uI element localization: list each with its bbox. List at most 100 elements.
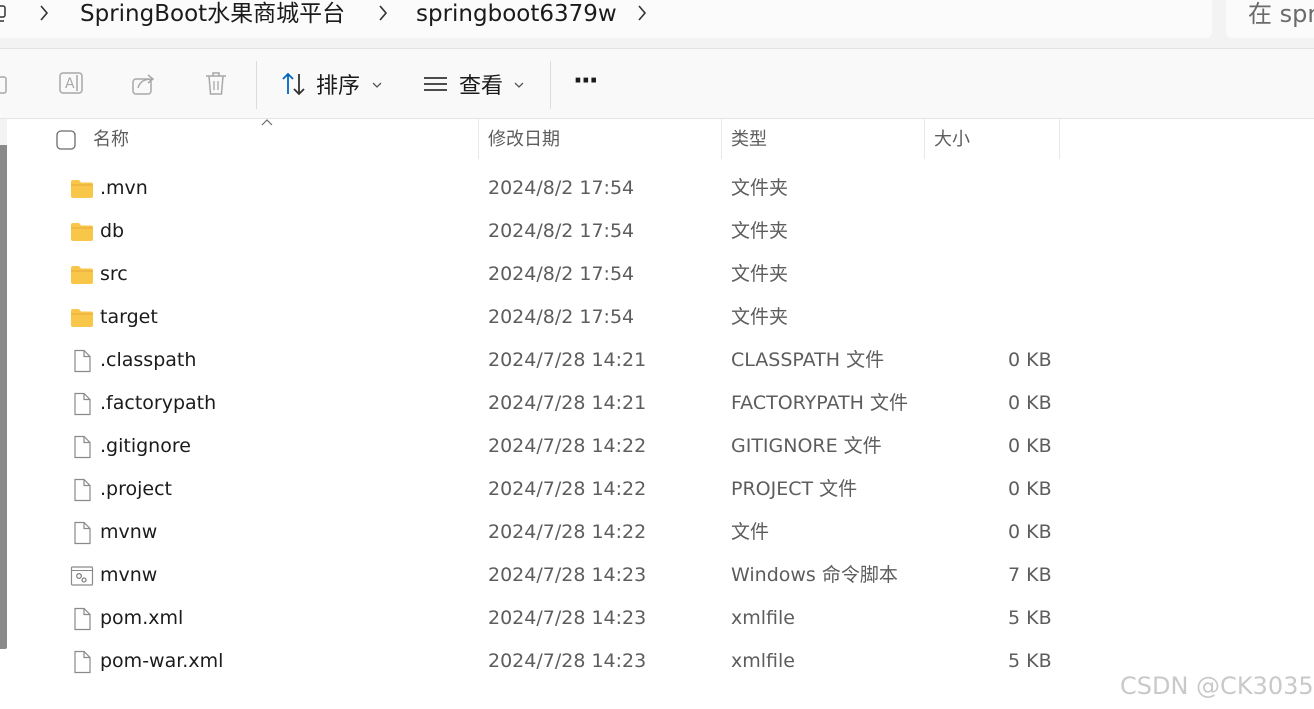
file-type: 文件 [731, 521, 770, 543]
breadcrumb-item-folder[interactable]: springboot6379w [416, 0, 617, 28]
search-box[interactable]: 在 spr [1226, 0, 1314, 38]
file-size: 5 KB [1008, 607, 1052, 629]
file-icon [70, 478, 94, 502]
chevron-right-icon[interactable] [377, 4, 389, 24]
file-name: .classpath [100, 349, 197, 371]
file-name: mvnw [100, 564, 158, 586]
file-date: 2024/8/2 17:54 [488, 177, 635, 199]
sort-icon[interactable] [281, 71, 307, 97]
file-type: 文件夹 [731, 306, 789, 328]
file-name: pom.xml [100, 607, 184, 629]
file-row[interactable]: src 2024/8/2 17:54 文件夹 [40, 253, 1080, 296]
address-bar: SpringBoot水果商城平台 springboot6379w 在 spr [0, 0, 1314, 49]
column-divider[interactable] [721, 119, 722, 159]
file-icon [70, 521, 94, 545]
file-date: 2024/7/28 14:22 [488, 521, 647, 543]
breadcrumb[interactable]: SpringBoot水果商城平台 springboot6379w [0, 0, 1212, 38]
file-date: 2024/8/2 17:54 [488, 220, 635, 242]
sort-ascending-icon [261, 119, 273, 126]
file-date: 2024/7/28 14:22 [488, 435, 647, 457]
file-name: .mvn [100, 177, 148, 199]
file-row[interactable]: .mvn 2024/8/2 17:54 文件夹 [40, 167, 1080, 210]
column-header-type[interactable]: 类型 [731, 128, 767, 152]
file-row[interactable]: mvnw 2024/7/28 14:22 文件 0 KB [40, 511, 1080, 554]
toolbar-divider [256, 61, 257, 109]
navigation-pane-scrollbar[interactable] [0, 119, 7, 649]
file-size: 0 KB [1008, 521, 1052, 543]
file-date: 2024/8/2 17:54 [488, 263, 635, 285]
chevron-down-icon[interactable] [514, 82, 524, 90]
file-icon [70, 435, 94, 459]
file-row[interactable]: pom-war.xml 2024/7/28 14:23 xmlfile 5 KB [40, 640, 1080, 683]
file-size: 0 KB [1008, 478, 1052, 500]
column-divider[interactable] [924, 119, 925, 159]
file-date: 2024/8/2 17:54 [488, 306, 635, 328]
chevron-right-icon[interactable] [38, 4, 50, 24]
file-icon [70, 392, 94, 416]
watermark: CSDN @CK3035 [1120, 672, 1314, 700]
file-name: db [100, 220, 125, 242]
file-name: .factorypath [100, 392, 217, 414]
file-name: pom-war.xml [100, 650, 224, 672]
file-type: FACTORYPATH 文件 [731, 392, 908, 414]
file-row[interactable]: .project 2024/7/28 14:22 PROJECT 文件 0 KB [40, 468, 1080, 511]
column-header-size[interactable]: 大小 [934, 128, 970, 152]
file-size: 0 KB [1008, 435, 1052, 457]
select-all-checkbox[interactable] [56, 130, 76, 150]
file-type: 文件夹 [731, 177, 789, 199]
file-row[interactable]: pom.xml 2024/7/28 14:23 xmlfile 5 KB [40, 597, 1080, 640]
file-date: 2024/7/28 14:23 [488, 650, 647, 672]
command-bar: A 排序 查看 ··· [0, 49, 1314, 119]
navigation-pane-edge [0, 119, 7, 145]
column-divider[interactable] [478, 119, 479, 159]
file-name: target [100, 306, 158, 328]
folder-icon [70, 306, 94, 330]
file-date: 2024/7/28 14:23 [488, 564, 647, 586]
column-divider[interactable] [1059, 119, 1060, 159]
chevron-right-icon[interactable] [636, 4, 648, 24]
column-header-date[interactable]: 修改日期 [488, 128, 560, 152]
file-name: src [100, 263, 128, 285]
file-size: 7 KB [1008, 564, 1052, 586]
sort-button[interactable]: 排序 [316, 73, 360, 101]
folder-icon [70, 220, 94, 244]
file-row[interactable]: .classpath 2024/7/28 14:21 CLASSPATH 文件 0 K… [40, 339, 1080, 382]
file-row[interactable]: target 2024/8/2 17:54 文件夹 [40, 296, 1080, 339]
file-size: 5 KB [1008, 650, 1052, 672]
view-icon[interactable] [423, 71, 449, 97]
file-type: Windows 命令脚本 [731, 564, 898, 586]
more-options-button[interactable]: ··· [573, 67, 599, 95]
file-row[interactable]: db 2024/8/2 17:54 文件夹 [40, 210, 1080, 253]
chevron-down-icon[interactable] [372, 82, 382, 90]
script-icon [70, 564, 94, 588]
file-date: 2024/7/28 14:22 [488, 478, 647, 500]
file-icon [70, 349, 94, 373]
file-name: .gitignore [100, 435, 191, 457]
file-row[interactable]: mvnw 2024/7/28 14:23 Windows 命令脚本 7 KB [40, 554, 1080, 597]
folder-icon [70, 263, 94, 287]
share-icon[interactable] [132, 71, 158, 97]
paste-icon[interactable] [0, 71, 10, 97]
folder-icon [70, 177, 94, 201]
file-type: xmlfile [731, 607, 795, 629]
column-header-name[interactable]: 名称 [93, 128, 129, 152]
search-placeholder[interactable]: 在 spr [1248, 0, 1314, 28]
view-button[interactable]: 查看 [459, 73, 503, 101]
toolbar-divider [550, 61, 551, 109]
file-date: 2024/7/28 14:21 [488, 392, 647, 414]
file-date: 2024/7/28 14:23 [488, 607, 647, 629]
file-type: xmlfile [731, 650, 795, 672]
file-type: PROJECT 文件 [731, 478, 858, 500]
file-type: 文件夹 [731, 220, 789, 242]
file-icon [70, 650, 94, 674]
breadcrumb-item-project[interactable]: SpringBoot水果商城平台 [80, 0, 345, 28]
file-name: mvnw [100, 521, 158, 543]
file-row[interactable]: .factorypath 2024/7/28 14:21 FACTORYPATH 文… [40, 382, 1080, 425]
file-row[interactable]: .gitignore 2024/7/28 14:22 GITIGNORE 文件 0 K… [40, 425, 1080, 468]
delete-icon[interactable] [204, 71, 230, 97]
rename-icon[interactable]: A [59, 71, 85, 97]
file-date: 2024/7/28 14:21 [488, 349, 647, 371]
computer-icon[interactable] [0, 4, 10, 24]
file-icon [70, 607, 94, 631]
file-size: 0 KB [1008, 349, 1052, 371]
